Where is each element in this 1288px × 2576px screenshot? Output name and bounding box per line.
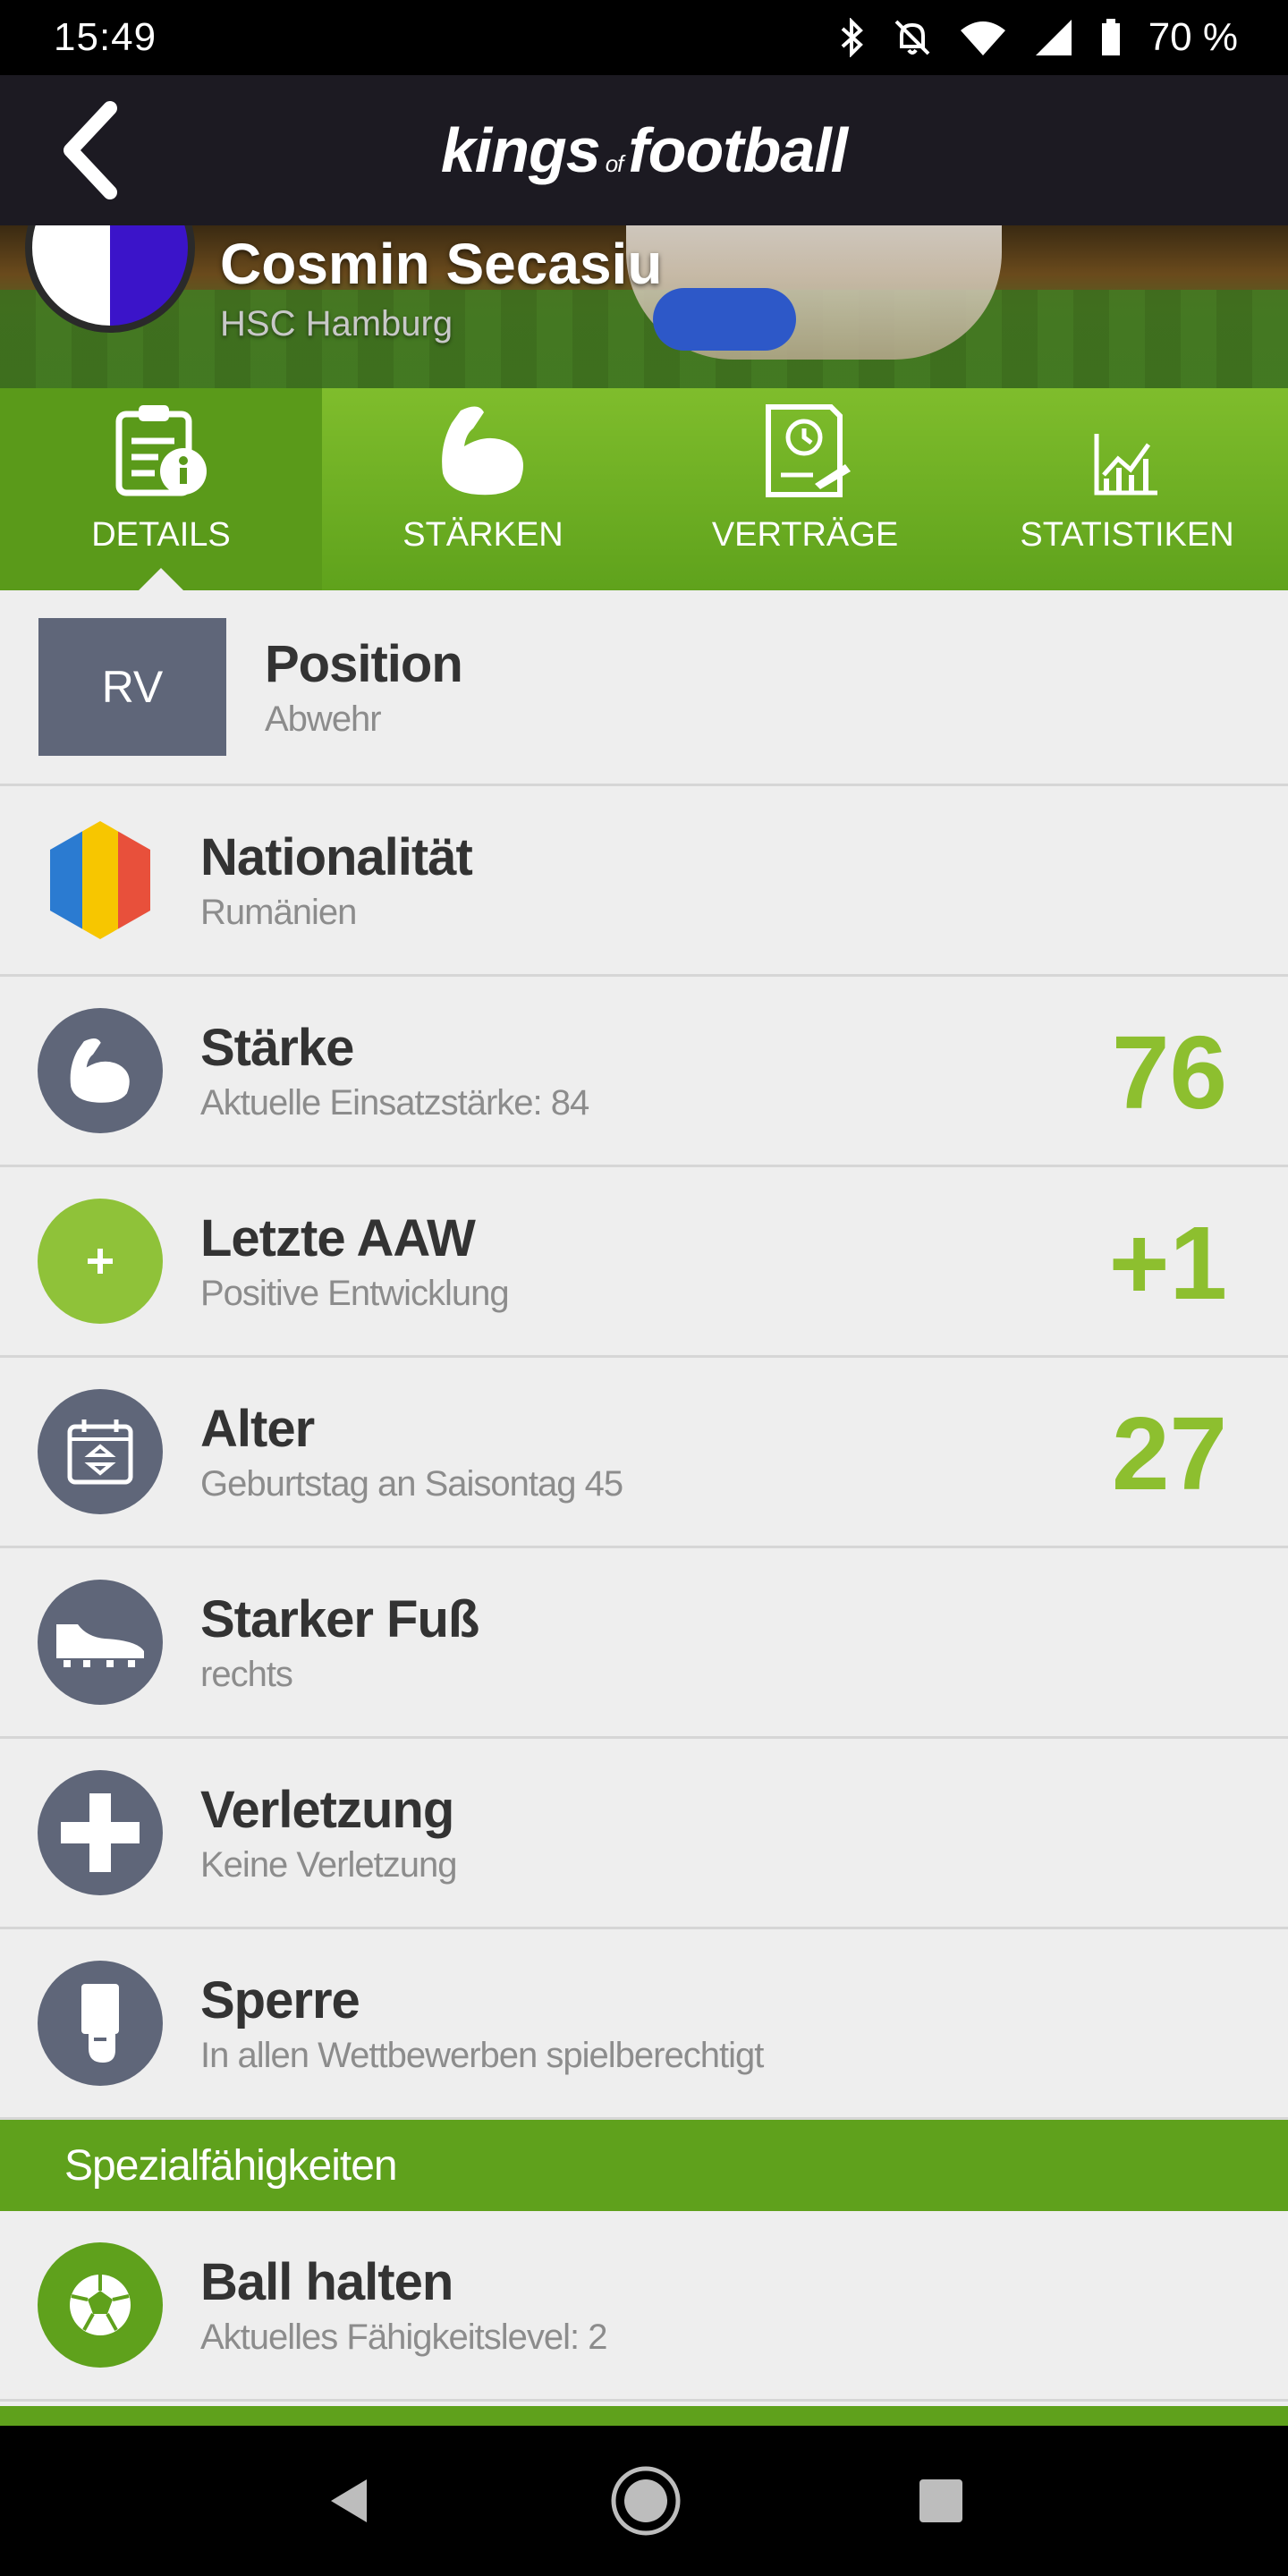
- cross-icon: [61, 1793, 140, 1872]
- strength-row: Stärke Aktuelle Einsatzstärke: 84 76: [0, 977, 1288, 1167]
- injury-icon-wrap: [0, 1770, 200, 1895]
- last-aaw-value: +1: [1108, 1205, 1227, 1321]
- details-icon: [115, 405, 207, 496]
- strength-value: 76: [1111, 1014, 1227, 1131]
- age-row: Alter Geburtstag an Saisontag 45 27: [0, 1358, 1288, 1548]
- mute-icon: [894, 20, 930, 55]
- muscle-icon: [70, 1038, 130, 1103]
- statistics-icon: [1094, 434, 1157, 496]
- foot-title: Starker Fuß: [200, 1590, 479, 1648]
- age-title: Alter: [200, 1400, 315, 1458]
- back-arrow-icon: [64, 101, 117, 199]
- suspension-title: Sperre: [200, 1971, 360, 2029]
- contract-icon: [766, 404, 851, 497]
- foot-row: Starker Fuß rechts: [0, 1548, 1288, 1739]
- nationality-row: Nationalität Rumänien: [0, 786, 1288, 977]
- tab-statistiken[interactable]: STATISTIKEN: [966, 388, 1288, 590]
- logo-of: of: [605, 150, 624, 177]
- special-abilities-header: Spezialfähigkeiten: [0, 2120, 1288, 2211]
- foot-sub: rechts: [200, 1655, 293, 1694]
- tab-staerken[interactable]: STÄRKEN: [322, 388, 644, 590]
- position-value: Abwehr: [265, 699, 382, 739]
- special-ability-title: Ball halten: [200, 2253, 453, 2311]
- tab-vertraege-label: VERTRÄGE: [711, 516, 899, 554]
- tab-bar: DETAILS STÄRKEN VERTRÄGE STATISTIKEN: [0, 388, 1288, 591]
- tab-details-label: DETAILS: [91, 516, 231, 554]
- wifi-icon: [960, 21, 1005, 55]
- strength-circle: [38, 1008, 163, 1133]
- tab-vertraege[interactable]: VERTRÄGE: [644, 388, 966, 590]
- age-icon-wrap: [0, 1389, 200, 1514]
- nav-home-icon[interactable]: [609, 2464, 682, 2538]
- strength-title: Stärke: [200, 1019, 354, 1077]
- status-time: 15:49: [54, 15, 157, 59]
- system-nav-bar: [0, 2426, 1288, 2576]
- strength-icon-wrap: [0, 1008, 200, 1133]
- battery-percent: 70 %: [1148, 15, 1238, 59]
- special-ability-row[interactable]: Ball halten Aktuelles Fähigkeitslevel: 2: [0, 2211, 1288, 2402]
- bottom-green-strip: [0, 2406, 1288, 2426]
- card-icon: [81, 1984, 119, 2063]
- flag-icon: [50, 821, 150, 939]
- plus-icon: [88, 1249, 113, 1274]
- injury-sub: Keine Verletzung: [200, 1845, 457, 1885]
- details-list: RV Position Abwehr Nationalität Rumänien: [0, 590, 1288, 2402]
- battery-icon: [1101, 19, 1120, 55]
- ball-icon-wrap: [0, 2242, 200, 2368]
- signal-icon: [1035, 20, 1072, 55]
- ball-icon: [70, 2275, 131, 2335]
- tab-statistiken-label: STATISTIKEN: [1020, 516, 1234, 554]
- injury-circle: [38, 1770, 163, 1895]
- status-icons: 70 %: [839, 15, 1238, 60]
- nationality-title: Nationalität: [200, 828, 473, 886]
- muscle-icon: [442, 406, 523, 496]
- position-icon-wrap: RV: [0, 618, 265, 756]
- foot-icon-wrap: [0, 1580, 200, 1705]
- hero-player-shoe: [653, 288, 796, 351]
- ball-circle: [38, 2242, 163, 2368]
- age-circle: [38, 1389, 163, 1514]
- position-title: Position: [265, 635, 463, 693]
- nav-recent-icon[interactable]: [916, 2476, 966, 2526]
- age-value: 27: [1111, 1395, 1227, 1512]
- last-aaw-icon-wrap: [0, 1199, 200, 1324]
- special-ability-sub: Aktuelles Fähigkeitslevel: 2: [200, 2318, 607, 2357]
- nationality-value: Rumänien: [200, 893, 357, 932]
- status-bar: 15:49 70 %: [0, 0, 1288, 75]
- active-tab-pointer: [138, 568, 184, 591]
- strength-sub: Aktuelle Einsatzstärke: 84: [200, 1083, 589, 1123]
- tab-details[interactable]: DETAILS: [0, 388, 322, 591]
- age-sub: Geburtstag an Saisontag 45: [200, 1464, 623, 1504]
- player-club[interactable]: HSC Hamburg: [220, 304, 453, 344]
- last-aaw-sub: Positive Entwicklung: [200, 1274, 510, 1313]
- calendar-icon: [67, 1419, 133, 1485]
- back-button[interactable]: [36, 97, 143, 204]
- app-logo: kings of football: [440, 114, 848, 186]
- app-header: kings of football: [0, 75, 1288, 225]
- player-name: Cosmin Secasiu: [220, 232, 663, 296]
- injury-row: Verletzung Keine Verletzung: [0, 1739, 1288, 1929]
- suspension-row: Sperre In allen Wettbewerben spielberech…: [0, 1929, 1288, 2120]
- bluetooth-icon: [841, 18, 863, 57]
- suspension-icon-wrap: [0, 1961, 200, 2086]
- tab-staerken-label: STÄRKEN: [402, 516, 564, 554]
- nav-back-icon[interactable]: [322, 2474, 376, 2528]
- nationality-icon-wrap: [0, 818, 200, 943]
- last-aaw-title: Letzte AAW: [200, 1209, 476, 1267]
- suspension-sub: In allen Wettbewerben spielberechtigt: [200, 2036, 764, 2075]
- position-badge: RV: [38, 618, 226, 756]
- last-aaw-row: Letzte AAW Positive Entwicklung +1: [0, 1167, 1288, 1358]
- last-aaw-circle: [38, 1199, 163, 1324]
- foot-circle: [38, 1580, 163, 1705]
- boot-icon: [56, 1624, 144, 1667]
- suspension-circle: [38, 1961, 163, 2086]
- position-row: RV Position Abwehr: [0, 590, 1288, 786]
- injury-title: Verletzung: [200, 1781, 454, 1839]
- logo-football: football: [628, 115, 848, 185]
- logo-kings: kings: [440, 115, 601, 185]
